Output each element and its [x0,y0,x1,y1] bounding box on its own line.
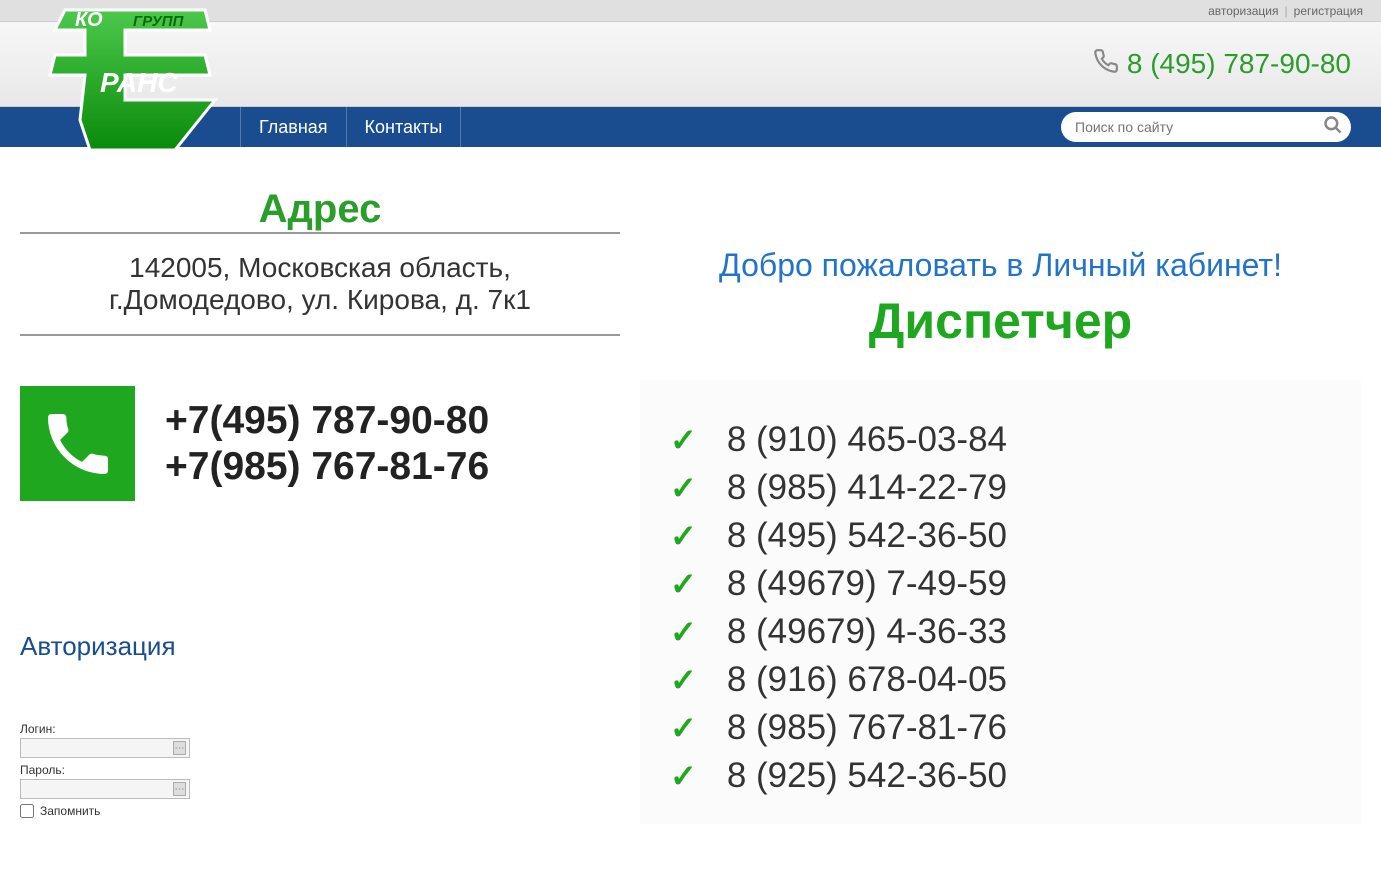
phone-text: 8 (49679) 4-36-33 [727,612,1007,652]
phone-text: 8 (49679) 7-49-59 [727,564,1007,604]
check-icon: ✓ [670,469,697,507]
svg-text:РАНС: РАНС [100,67,178,98]
check-icon: ✓ [670,517,697,555]
phone-text: 8 (910) 465-03-84 [727,420,1007,460]
phone-text: 8 (985) 767-81-76 [727,708,1007,748]
address-box: 142005, Московская область, г.Домодедово… [20,232,620,336]
address-line1: 142005, Московская область, [30,252,610,284]
svg-text:КО: КО [75,9,103,31]
nav-home[interactable]: Главная [240,107,347,147]
auth-title: Авторизация [20,631,620,662]
search-icon[interactable] [1323,115,1343,140]
main-phone-1: +7(495) 787-90-80 [165,399,489,443]
auth-link[interactable]: авторизация [1208,4,1278,18]
password-label: Пароль: [20,763,620,777]
list-item: ✓ 8 (495) 542-36-50 [670,516,1341,556]
list-item: ✓ 8 (49679) 4-36-33 [670,612,1341,652]
phone-text: 8 (495) 542-36-50 [727,516,1007,556]
address-title: Адрес [20,187,620,232]
nav-contacts[interactable]: Контакты [347,107,462,147]
password-input[interactable] [24,782,173,796]
login-input[interactable] [24,741,173,755]
header-phone-text: 8 (495) 787-90-80 [1127,48,1351,80]
register-link[interactable]: регистрация [1294,4,1363,18]
logo[interactable]: КО ГРУПП РАНС [15,0,220,170]
header-phone: 8 (495) 787-90-80 [1093,48,1351,81]
remember-checkbox[interactable] [20,804,34,818]
list-item: ✓ 8 (985) 767-81-76 [670,708,1341,748]
separator: | [1285,4,1288,18]
phone-tile-icon [20,386,135,501]
search-input[interactable] [1075,119,1323,135]
check-icon: ✓ [670,661,697,699]
phone-list: ✓ 8 (910) 465-03-84 ✓ 8 (985) 414-22-79 ✓ 8… [640,380,1361,824]
input-suffix-icon: ⋯ [173,741,186,755]
login-label: Логин: [20,722,620,736]
list-item: ✓ 8 (49679) 7-49-59 [670,564,1341,604]
list-item: ✓ 8 (910) 465-03-84 [670,420,1341,460]
check-icon: ✓ [670,421,697,459]
phone-icon [1093,48,1119,81]
list-item: ✓ 8 (916) 678-04-05 [670,660,1341,700]
check-icon: ✓ [670,565,697,603]
address-line2: г.Домодедово, ул. Кирова, д. 7к1 [30,284,610,316]
phone-text: 8 (985) 414-22-79 [727,468,1007,508]
svg-text:ГРУПП: ГРУПП [133,13,185,30]
main-phones: +7(495) 787-90-80 +7(985) 767-81-76 [165,397,489,491]
list-item: ✓ 8 (925) 542-36-50 [670,756,1341,796]
phone-text: 8 (925) 542-36-50 [727,756,1007,796]
check-icon: ✓ [670,757,697,795]
phone-text: 8 (916) 678-04-05 [727,660,1007,700]
list-item: ✓ 8 (985) 414-22-79 [670,468,1341,508]
dispatcher-title: Диспетчер [640,292,1361,350]
main-phone-2: +7(985) 767-81-76 [165,445,489,489]
input-suffix-icon: ⋯ [173,782,186,796]
welcome-text: Добро пожаловать в Личный кабинет! [640,247,1361,284]
check-icon: ✓ [670,709,697,747]
check-icon: ✓ [670,613,697,651]
remember-label: Запомнить [40,804,100,818]
search-box [1061,112,1351,142]
